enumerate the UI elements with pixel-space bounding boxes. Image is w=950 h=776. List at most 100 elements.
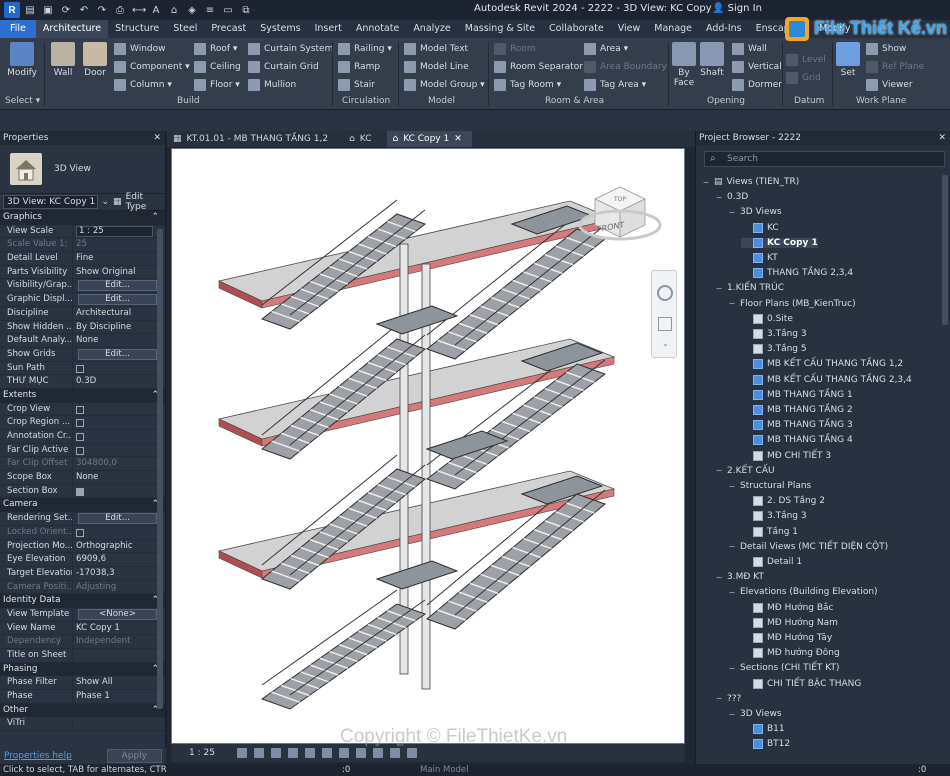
browser-group-node[interactable]: −3.MĐ KT (715, 572, 764, 582)
print-icon[interactable]: ⎙ (114, 5, 126, 16)
edit-button[interactable]: <None> (78, 608, 157, 620)
select-group-label[interactable]: Select ▾ (5, 96, 40, 106)
property-value[interactable]: Fine (72, 252, 165, 265)
curtain-system-button[interactable]: Curtain System (248, 43, 333, 55)
tab-insert[interactable]: Insert (308, 20, 349, 38)
browser-view-item[interactable]: MĐ hướng Đông (741, 648, 840, 659)
collapse-toggle-icon[interactable]: − (715, 466, 723, 475)
collapse-toggle-icon[interactable]: − (715, 193, 723, 202)
tab-precast[interactable]: Precast (204, 20, 253, 38)
browser-group-node[interactable]: − Elevations (Building Elevation) (728, 587, 878, 597)
save-icon[interactable]: ▣ (42, 5, 54, 16)
property-value[interactable] (72, 416, 165, 429)
steering-wheel-icon[interactable] (657, 285, 673, 301)
browser-view-item[interactable]: MĐ Hướng Bắc (741, 602, 834, 613)
navbar-menu-icon[interactable]: ⌄ (662, 339, 669, 348)
active-model[interactable]: Main Model (420, 764, 469, 776)
tab-add-ins[interactable]: Add-Ins (699, 20, 749, 38)
browser-view-item[interactable]: 3.Tầng 5 (741, 344, 807, 355)
tag-area-button[interactable]: Tag Area ▾ (584, 79, 646, 91)
checkbox[interactable] (76, 487, 84, 496)
checkbox[interactable] (76, 528, 84, 537)
property-value[interactable]: Edit... (72, 279, 165, 293)
sign-in-link[interactable]: 👤 Sign In (712, 3, 762, 14)
browser-view-item[interactable]: KC (741, 222, 779, 233)
property-section-header[interactable]: Identity Data ⌃ (0, 594, 165, 608)
3d-view-icon[interactable]: ⌂ (168, 5, 180, 16)
property-value[interactable] (72, 443, 165, 457)
vertical-opening-button[interactable]: Vertical (732, 61, 782, 73)
collapse-toggle-icon[interactable]: − (728, 299, 736, 308)
window-button[interactable]: Window (114, 43, 166, 55)
property-section-header[interactable]: Camera ⌃ (0, 498, 165, 513)
grid-button[interactable]: Grid (786, 72, 821, 84)
tab-structure[interactable]: Structure (108, 20, 166, 38)
collapse-toggle-icon[interactable]: − (715, 694, 723, 703)
visual-style-icon[interactable] (253, 748, 264, 758)
property-value[interactable]: None (72, 334, 165, 347)
collapse-toggle-icon[interactable]: − (728, 664, 736, 673)
close-hidden-icon[interactable]: ▭ (222, 5, 234, 16)
tab-massing-site[interactable]: Massing & Site (458, 20, 542, 38)
property-value[interactable]: Independent (72, 635, 165, 648)
ref-plane-button[interactable]: Ref Plane (866, 61, 924, 73)
door-button[interactable]: Door (80, 42, 110, 78)
revit-logo-icon[interactable]: R (4, 2, 20, 18)
by-face-button[interactable]: By Face (670, 42, 698, 88)
tab-annotate[interactable]: Annotate (349, 20, 406, 38)
component-button[interactable]: Component ▾ (114, 61, 190, 73)
area-button[interactable]: Area ▾ (584, 43, 628, 55)
tab-systems[interactable]: Systems (253, 20, 307, 38)
browser-view-item[interactable]: 2. DS Tầng 2 (741, 496, 825, 507)
property-value[interactable]: <None> (72, 607, 165, 621)
tab-file[interactable]: File (0, 20, 36, 38)
view-scale-input[interactable]: 1 : 25 (76, 225, 153, 237)
collapse-toggle-icon[interactable]: − (702, 178, 710, 187)
tab-architecture[interactable]: Architecture (35, 20, 109, 38)
tag-room-button[interactable]: Tag Room ▾ (494, 79, 561, 91)
browser-view-item[interactable]: Tầng 1 (741, 526, 798, 537)
floor-button[interactable]: Floor ▾ (194, 79, 240, 91)
view-dropdown[interactable]: 3D View: KC Copy 1 (3, 195, 98, 209)
browser-view-item[interactable]: THANG TẦNG 2,3,4 (741, 268, 853, 279)
curtain-grid-button[interactable]: Curtain Grid (248, 61, 319, 73)
edit-button[interactable]: Edit... (78, 280, 157, 292)
wall-button[interactable]: Wall (48, 42, 78, 78)
collapse-toggle-icon[interactable]: − (728, 482, 736, 491)
property-value[interactable]: Adjusting (72, 580, 165, 594)
column-button[interactable]: Column ▾ (114, 79, 172, 91)
browser-view-item[interactable]: MB KẾT CẤU THANG TẦNG 1,2 (741, 359, 903, 370)
property-value[interactable]: Architectural (72, 306, 165, 320)
browser-view-item[interactable]: KC Copy 1 (741, 237, 818, 248)
property-value[interactable]: 6909,6 (72, 553, 165, 566)
temp-hide-icon[interactable] (372, 748, 383, 758)
section-icon[interactable]: ◈ (186, 5, 198, 16)
property-value[interactable]: 25 (72, 238, 165, 252)
collapse-toggle-icon[interactable]: − (715, 573, 723, 582)
property-value[interactable] (72, 361, 165, 375)
edit-button[interactable]: Edit... (78, 294, 157, 306)
browser-view-item[interactable]: MĐ CHI TIẾT 3 (741, 450, 831, 461)
sun-path-icon[interactable] (270, 748, 281, 758)
browser-view-item[interactable]: MB THANG TẦNG 4 (741, 435, 853, 446)
switch-windows-icon[interactable]: ⧉ (240, 5, 252, 16)
text-icon[interactable]: A (150, 5, 162, 16)
property-value[interactable] (72, 402, 165, 416)
sync-icon[interactable]: ⟳ (60, 5, 72, 16)
browser-group-node[interactable]: − Structural Plans (728, 481, 812, 491)
browser-group-node[interactable]: −3D Views (728, 207, 782, 217)
browser-group-node[interactable]: −1.KIẾN TRÚC (715, 283, 784, 293)
checkbox[interactable] (76, 405, 84, 414)
selection-filter-count[interactable]: :0 (918, 764, 926, 776)
property-value[interactable]: 1 : 25 (72, 224, 165, 238)
lock-3d-icon[interactable] (355, 748, 366, 758)
dropdown-arrow-icon[interactable]: ⌄ (102, 197, 110, 207)
dormer-button[interactable]: Dormer (732, 79, 782, 91)
property-value[interactable] (72, 717, 165, 731)
browser-group-node[interactable]: −??? (715, 694, 742, 704)
property-value[interactable]: Edit... (72, 347, 165, 361)
set-work-plane-button[interactable]: Set (834, 42, 862, 78)
browser-view-item[interactable]: MB THANG TẦNG 2 (741, 405, 853, 415)
browser-view-item[interactable]: MĐ Hướng Tây (741, 633, 832, 643)
edit-button[interactable]: Edit... (78, 348, 157, 360)
